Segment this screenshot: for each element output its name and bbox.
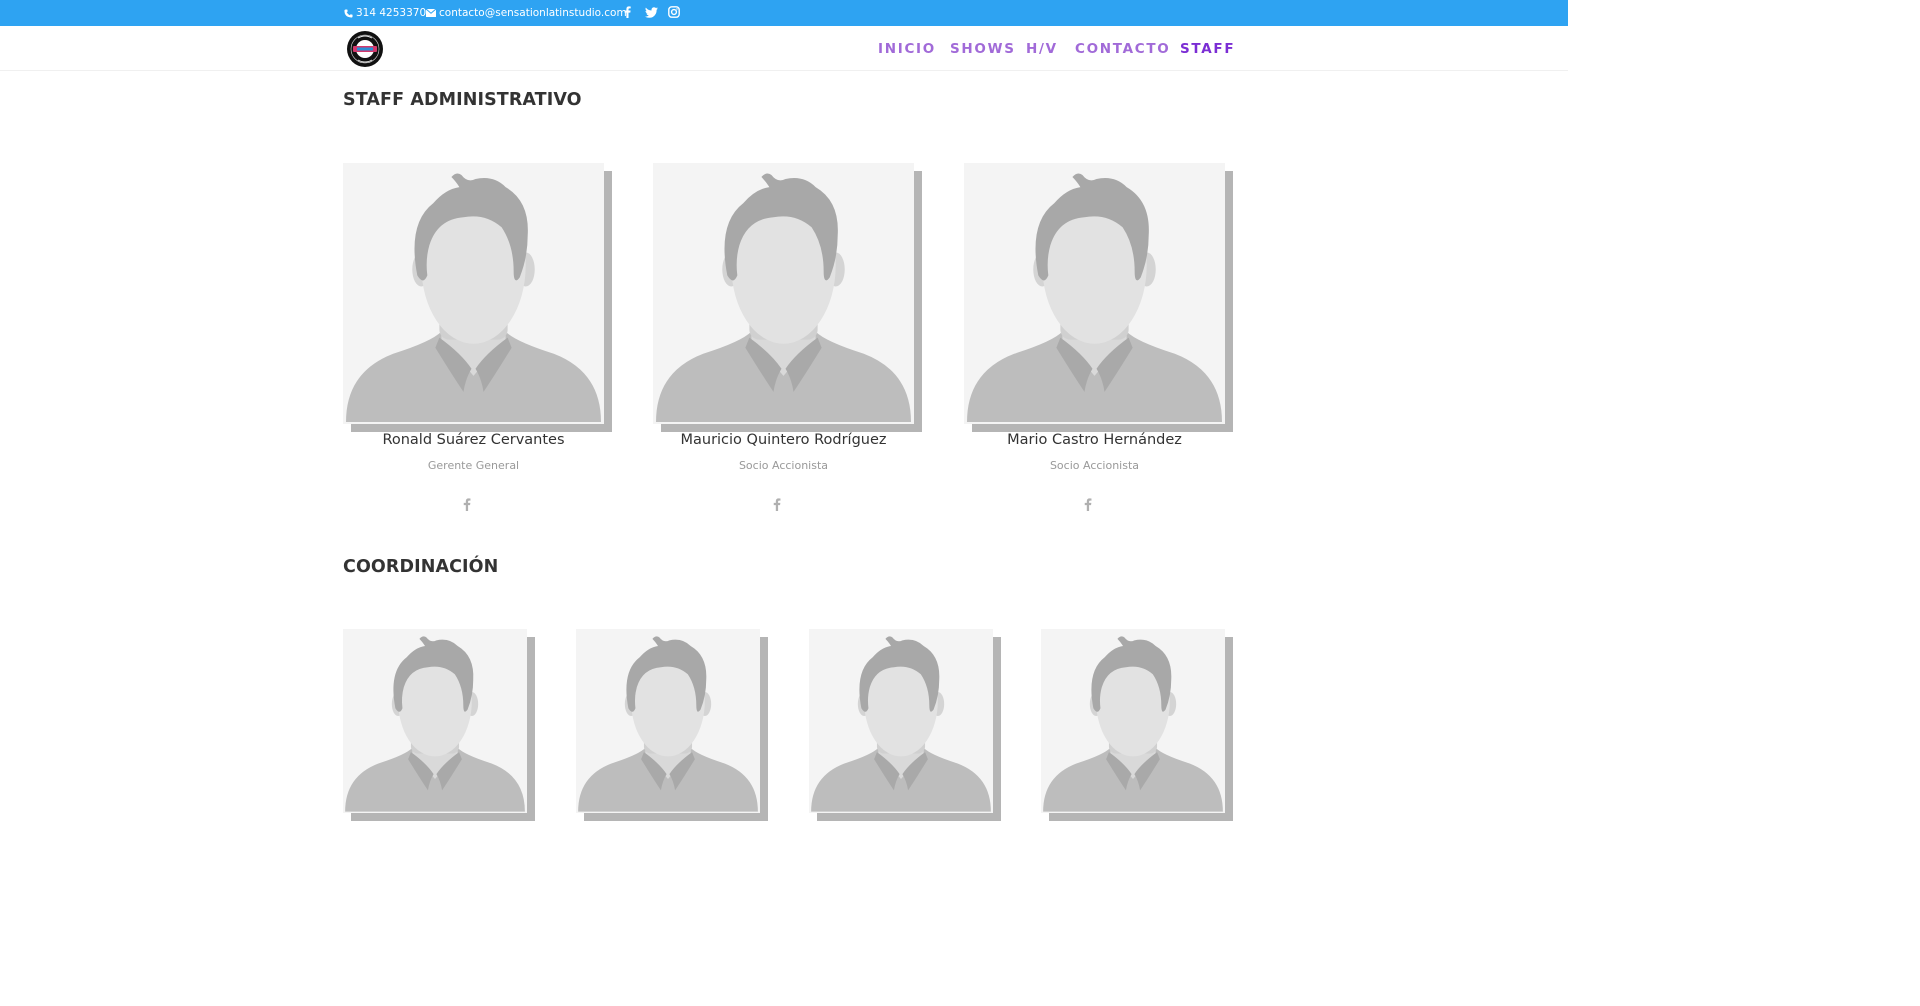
person-placeholder-icon bbox=[346, 173, 601, 422]
instagram-icon[interactable] bbox=[667, 5, 681, 19]
member-photo bbox=[653, 163, 914, 424]
nav-staff[interactable]: STAFF bbox=[1180, 41, 1235, 57]
phone-icon bbox=[344, 8, 353, 18]
facebook-icon[interactable] bbox=[773, 496, 783, 511]
member-photo bbox=[576, 629, 760, 813]
member-photo bbox=[343, 163, 604, 424]
member-role: Socio Accionista bbox=[738, 459, 829, 472]
person-placeholder-icon bbox=[1043, 636, 1223, 812]
envelope-icon bbox=[426, 9, 436, 17]
site-logo[interactable] bbox=[347, 31, 383, 67]
main-header: INICIO SHOWS H/V CONTACTO STAFF bbox=[0, 26, 1568, 70]
nav-inicio[interactable]: INICIO bbox=[878, 41, 936, 57]
member-role: Socio Accionista bbox=[1049, 459, 1140, 472]
member-name: Mario Castro Hernández bbox=[1007, 432, 1182, 448]
section-title-staff-administrativo: STAFF ADMINISTRATIVO bbox=[343, 90, 582, 110]
person-placeholder-icon bbox=[345, 636, 525, 812]
nav-shows[interactable]: SHOWS bbox=[950, 41, 1016, 57]
facebook-icon[interactable] bbox=[620, 5, 634, 19]
member-photo bbox=[343, 629, 527, 813]
nav-contacto[interactable]: CONTACTO bbox=[1075, 41, 1170, 57]
nav-hv[interactable]: H/V bbox=[1026, 41, 1058, 57]
person-placeholder-icon bbox=[967, 173, 1222, 422]
person-placeholder-icon bbox=[578, 636, 758, 812]
section-title-coordinacion: COORDINACIÓN bbox=[343, 557, 499, 577]
member-name: Ronald Suárez Cervantes bbox=[382, 432, 565, 448]
email-link[interactable]: contacto@sensationlatinstudio.com bbox=[426, 0, 627, 26]
twitter-icon[interactable] bbox=[644, 5, 658, 19]
facebook-icon[interactable] bbox=[463, 496, 473, 511]
facebook-icon[interactable] bbox=[1084, 496, 1094, 511]
member-photo bbox=[809, 629, 993, 813]
member-role: Gerente General bbox=[427, 459, 520, 472]
top-bar: 314 4253370 contacto@sensationlatinstudi… bbox=[0, 0, 1568, 26]
phone-link[interactable]: 314 4253370 bbox=[344, 0, 426, 26]
member-photo bbox=[964, 163, 1225, 424]
person-placeholder-icon bbox=[656, 173, 911, 422]
phone-number: 314 4253370 bbox=[356, 7, 427, 19]
member-photo bbox=[1041, 629, 1225, 813]
person-placeholder-icon bbox=[811, 636, 991, 812]
member-name: Mauricio Quintero Rodríguez bbox=[680, 432, 887, 448]
email-address: contacto@sensationlatinstudio.com bbox=[439, 7, 627, 19]
